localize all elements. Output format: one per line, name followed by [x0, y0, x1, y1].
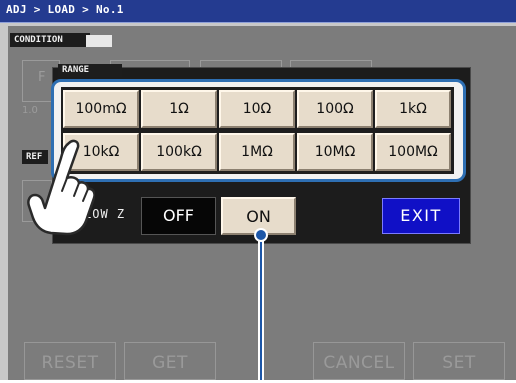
range-selection-frame: 100mΩ 1Ω 10Ω 100Ω 1kΩ 10kΩ 100kΩ 1MΩ 10M…: [51, 79, 466, 182]
range-button-100mohm[interactable]: 100mΩ: [63, 90, 139, 128]
range-dialog-title: RANGE: [58, 64, 122, 77]
ghost-f-letter: F: [38, 70, 46, 85]
exit-button[interactable]: EXIT: [382, 198, 460, 234]
title-bar: ADJ > LOAD > No.1: [0, 0, 516, 23]
range-button-10mohm[interactable]: 10MΩ: [297, 133, 373, 171]
get-button[interactable]: GET: [124, 342, 216, 380]
set-button[interactable]: SET: [413, 342, 505, 380]
callout-line: [258, 240, 264, 380]
range-button-100mohm[interactable]: 100MΩ: [375, 133, 451, 171]
range-button-1kohm[interactable]: 1kΩ: [375, 90, 451, 128]
range-button-grid: 100mΩ 1Ω 10Ω 100Ω 1kΩ 10kΩ 100kΩ 1MΩ 10M…: [61, 87, 454, 174]
range-button-100kohm[interactable]: 100kΩ: [141, 133, 217, 171]
range-button-1ohm[interactable]: 1Ω: [141, 90, 217, 128]
pointing-hand-icon: [27, 139, 95, 236]
callout-dot-icon: [254, 228, 268, 242]
reset-button[interactable]: RESET: [24, 342, 116, 380]
low-z-off-button[interactable]: OFF: [141, 197, 216, 235]
range-button-1mohm[interactable]: 1MΩ: [219, 133, 295, 171]
condition-tab-strip: [86, 35, 112, 47]
cancel-button[interactable]: CANCEL: [313, 342, 405, 380]
breadcrumb: ADJ > LOAD > No.1: [6, 3, 124, 16]
ghost-value: 1.0: [22, 105, 38, 116]
range-button-10ohm[interactable]: 10Ω: [219, 90, 295, 128]
screen: ADJ > LOAD > No.1 CONDITION F 1.0 REF RE…: [0, 0, 516, 380]
range-button-100ohm[interactable]: 100Ω: [297, 90, 373, 128]
condition-tab-label: CONDITION: [10, 33, 90, 47]
